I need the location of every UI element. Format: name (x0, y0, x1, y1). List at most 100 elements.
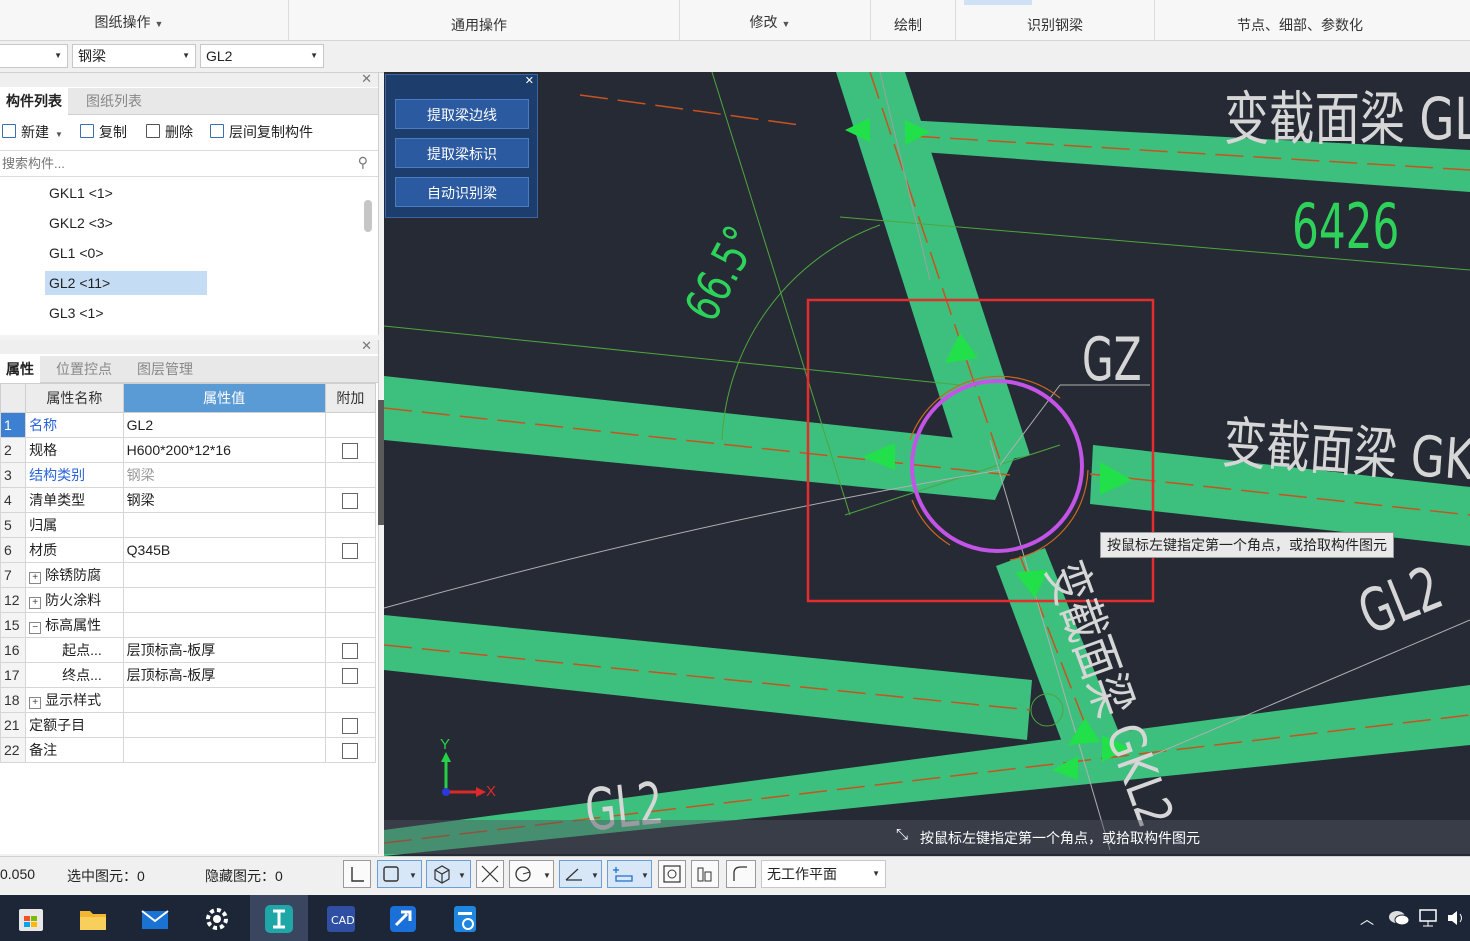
expand-icon[interactable]: + (29, 597, 42, 609)
category-select[interactable]: 钢梁 ▼ (72, 44, 196, 68)
property-row[interactable]: 2 规格 H600*200*12*16 (0, 437, 377, 463)
search-input[interactable] (0, 151, 344, 175)
drawing-canvas[interactable]: 变截面梁 GL1 6426 66.5° GZ 变截面梁 GKL 变截面梁 GKL… (384, 72, 1470, 856)
ribbon-group-modify[interactable]: 修改 ▼ (680, 0, 871, 40)
close-icon[interactable]: ✕ (361, 71, 372, 87)
list-item[interactable]: GKL1 <1> (45, 181, 207, 205)
tab-position-control[interactable]: 位置控点 (50, 356, 118, 382)
doc-app-icon[interactable] (449, 903, 481, 935)
wechat-icon[interactable] (1388, 908, 1410, 931)
search-box[interactable]: ⚲ (0, 150, 378, 177)
property-value[interactable] (122, 737, 326, 763)
ribbon-group-common-ops[interactable]: 通用操作 (289, 0, 680, 40)
start-icon[interactable] (15, 903, 47, 935)
list-item[interactable]: GKL2 <3> (45, 211, 207, 235)
ribbon-group-nodes[interactable]: 节点、细部、参数化 (1155, 0, 1470, 40)
property-row[interactable]: 12 + 防火涂料 (0, 587, 377, 613)
auto-recognize-beam-button[interactable]: 自动识别梁 (395, 177, 529, 207)
tab-properties[interactable]: 属性 (0, 356, 40, 383)
property-row[interactable]: 4 清单类型 钢梁 (0, 487, 377, 513)
extract-beam-edge-button[interactable]: 提取梁边线 (395, 99, 529, 129)
property-value[interactable]: GL2 (122, 412, 326, 438)
extra-checkbox[interactable] (342, 492, 359, 509)
property-row[interactable]: 18 + 显示样式 (0, 687, 377, 713)
file-explorer-icon[interactable] (77, 903, 109, 935)
extra-checkbox[interactable] (342, 742, 359, 759)
chevron-up-icon[interactable]: ︿ (1360, 909, 1374, 929)
copy-button[interactable]: 复制 (80, 121, 127, 143)
tool-app-icon[interactable] (387, 903, 419, 935)
property-value[interactable] (122, 587, 326, 613)
property-value[interactable]: H600*200*12*16 (122, 437, 326, 463)
property-value[interactable]: 层顶标高-板厚 (122, 637, 326, 663)
property-value[interactable]: 层顶标高-板厚 (122, 662, 326, 688)
search-icon[interactable]: ⚲ (358, 154, 368, 171)
tab-layer-management[interactable]: 图层管理 (131, 356, 199, 382)
property-value[interactable]: 钢梁 (122, 462, 326, 488)
expand-icon[interactable]: + (29, 697, 42, 709)
extra-checkbox[interactable] (342, 442, 359, 459)
offset-toggle[interactable]: ▼ (607, 860, 652, 888)
mail-icon[interactable] (139, 903, 171, 935)
property-row[interactable]: 21 定额子目 (0, 712, 377, 738)
align-toggle[interactable] (691, 860, 719, 888)
ribbon-group-recognize-beam[interactable]: 识别钢梁 (956, 0, 1155, 40)
extra-checkbox[interactable] (342, 717, 359, 734)
property-row[interactable]: 22 备注 (0, 737, 377, 763)
property-row[interactable]: 17 终点... 层顶标高-板厚 (0, 662, 377, 688)
collapse-icon[interactable]: − (29, 622, 42, 634)
property-value[interactable] (122, 687, 326, 713)
property-value[interactable] (122, 562, 326, 588)
property-row[interactable]: 3 结构类别 钢梁 (0, 462, 377, 488)
close-icon[interactable]: ✕ (361, 338, 372, 354)
tab-component-list[interactable]: 构件列表 (0, 88, 68, 115)
property-row[interactable]: 16 起点... 层顶标高-板厚 (0, 637, 377, 663)
scrollbar-thumb[interactable] (364, 200, 372, 232)
property-row[interactable]: 15− 标高属性 (0, 612, 377, 638)
extra-checkbox[interactable] (342, 642, 359, 659)
arc-toggle[interactable] (726, 860, 756, 888)
floor-copy-button[interactable]: 层间复制构件 (210, 121, 313, 143)
tab-drawing-list[interactable]: 图纸列表 (80, 88, 148, 114)
3d-view-toggle[interactable]: ▼ (426, 860, 471, 888)
cad-app-icon[interactable]: CAD (325, 903, 357, 935)
snap-toggle[interactable]: ▼ (509, 860, 554, 888)
component-select[interactable]: GL2 ▼ (200, 44, 324, 68)
volume-icon[interactable] (1446, 908, 1468, 931)
recognize-beam-panel: ✕ 提取梁边线 提取梁标识 自动识别梁 (385, 74, 538, 218)
list-item[interactable]: GL3 <1> (45, 301, 207, 325)
expand-icon[interactable]: + (29, 572, 42, 584)
property-row[interactable]: 5 归属 (0, 512, 377, 538)
settings-gear-icon[interactable] (201, 903, 233, 935)
extract-beam-label-button[interactable]: 提取梁标识 (395, 138, 529, 168)
property-value[interactable]: Q345B (122, 537, 326, 563)
property-value[interactable] (122, 712, 326, 738)
list-item[interactable]: GL1 <0> (45, 241, 207, 265)
row-number-header (0, 383, 27, 413)
ribbon-group-drawing-ops[interactable]: 图纸操作 ▼ (0, 0, 289, 40)
extra-checkbox[interactable] (342, 542, 359, 559)
property-name-cell: 终点... (25, 662, 124, 688)
angle-toggle[interactable]: ▼ (559, 860, 602, 888)
property-row[interactable]: 7 + 除锈防腐 (0, 562, 377, 588)
glodon-app-icon[interactable] (263, 903, 295, 935)
network-icon[interactable] (1418, 908, 1440, 931)
extra-checkbox[interactable] (342, 667, 359, 684)
new-button[interactable]: 新建 ▼ (2, 121, 63, 143)
property-row[interactable]: 1 名称 GL2 (0, 412, 377, 438)
floor-select[interactable]: ▼ (0, 44, 68, 68)
select-mode-toggle[interactable]: ▼ (377, 860, 422, 888)
property-value[interactable] (122, 512, 326, 538)
cross-toggle[interactable] (476, 860, 504, 888)
delete-button[interactable]: 删除 (146, 121, 193, 143)
row-number: 17 (0, 662, 27, 688)
property-row[interactable]: 6 材质 Q345B (0, 537, 377, 563)
property-value[interactable] (122, 612, 326, 638)
ortho-toggle[interactable] (343, 860, 371, 888)
property-value[interactable]: 钢梁 (122, 487, 326, 513)
work-plane-select[interactable]: 无工作平面 ▼ (761, 860, 886, 888)
ribbon-group-draw[interactable]: 绘制 (871, 0, 956, 40)
zoom-fit-toggle[interactable] (658, 860, 686, 888)
list-item-selected[interactable]: GL2 <11> (45, 271, 207, 295)
close-icon[interactable]: ✕ (525, 74, 534, 87)
